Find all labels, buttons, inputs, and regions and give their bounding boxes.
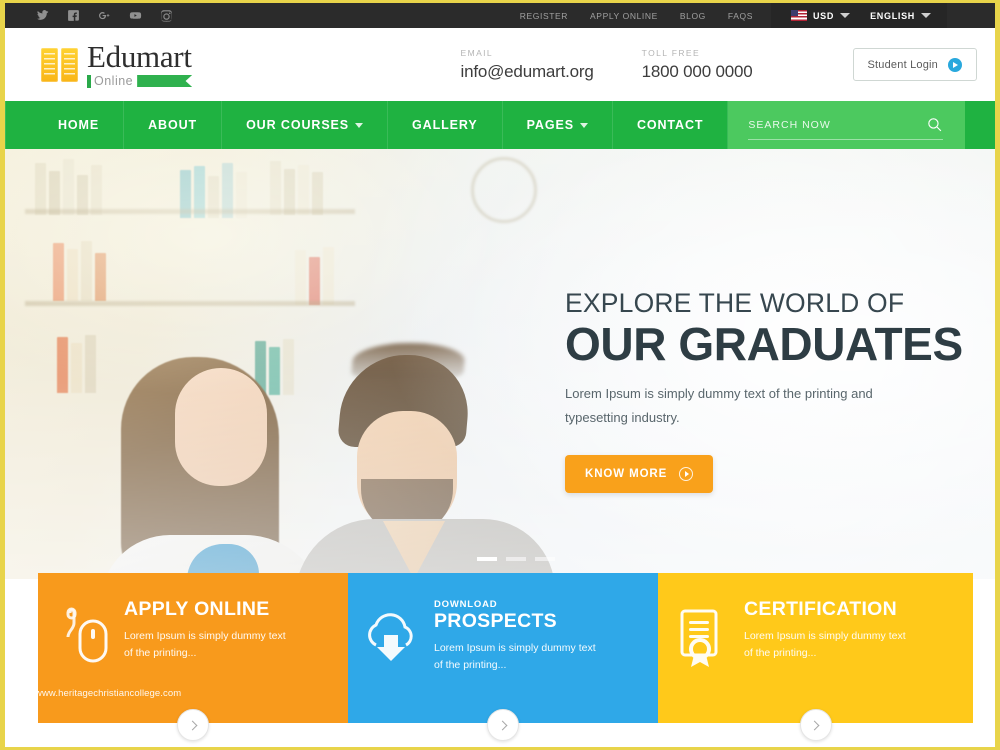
feature-cards: APPLY ONLINE Lorem Ipsum is simply dummy…: [38, 573, 973, 741]
top-link-faqs[interactable]: FAQS: [728, 11, 753, 21]
google-plus-icon[interactable]: [97, 9, 111, 23]
student-login-button[interactable]: Student Login: [852, 48, 977, 81]
card-description: Lorem Ipsum is simply dummy text of the …: [434, 641, 596, 672]
slider-indicators: [477, 557, 555, 561]
hero-text-block: EXPLORE THE WORLD OF OUR GRADUATES Lorem…: [565, 288, 985, 493]
phone-block: TOLL FREE 1800 000 0000: [642, 48, 753, 82]
email-block: EMAIL info@edumart.org: [461, 48, 594, 82]
currency-label: USD: [812, 10, 835, 21]
chevron-down-icon: [355, 122, 364, 128]
logo-sub-banner: Online: [87, 73, 193, 89]
nav-label: CONTACT: [636, 118, 704, 132]
hero-title: OUR GRADUATES: [565, 318, 963, 371]
email-label: EMAIL: [460, 47, 494, 58]
card-text: APPLY ONLINE Lorem Ipsum is simply dummy…: [124, 598, 308, 662]
hero-description: Lorem Ipsum is simply dummy text of the …: [565, 386, 873, 426]
logo[interactable]: Edumart Online: [41, 38, 193, 89]
student-login-label: Student Login: [867, 58, 938, 71]
nav-item-contact[interactable]: CONTACT: [613, 101, 729, 149]
youtube-icon[interactable]: [128, 9, 142, 23]
top-link-register[interactable]: REGISTER: [520, 11, 568, 21]
nav-label: OUR COURSES: [246, 118, 350, 132]
top-bar: REGISTER APPLY ONLINE BLOG FAQS USD ENGL…: [5, 3, 995, 28]
card-next-button[interactable]: [177, 709, 209, 741]
hero-slider: EXPLORE THE WORLD OF OUR GRADUATES Lorem…: [5, 149, 995, 579]
nav-label: GALLERY: [412, 118, 478, 132]
page-frame: REGISTER APPLY ONLINE BLOG FAQS USD ENGL…: [5, 3, 995, 747]
card-kicker: DOWNLOAD: [434, 599, 498, 610]
play-circle-icon: [948, 57, 962, 72]
nav-item-home[interactable]: HOME: [5, 101, 125, 149]
nav-item-about[interactable]: ABOUT: [124, 101, 223, 149]
logo-text: Edumart Online: [87, 38, 193, 89]
language-selector[interactable]: ENGLISH: [860, 11, 941, 21]
social-links: [5, 9, 173, 23]
mouse-icon: [38, 599, 124, 665]
hero-subtitle: EXPLORE THE WORLD OF: [565, 288, 905, 318]
card-description: Lorem Ipsum is simply dummy text of the …: [744, 629, 906, 660]
slider-dot-3[interactable]: [535, 557, 555, 561]
slider-dot-1[interactable]: [477, 557, 497, 561]
chevron-down-icon: [840, 13, 851, 18]
header-contacts: EMAIL info@edumart.org TOLL FREE 1800 00…: [461, 48, 977, 82]
card-certification[interactable]: CERTIFICATION Lorem Ipsum is simply dumm…: [658, 573, 973, 741]
nav-label: ABOUT: [148, 118, 198, 132]
arrow-right-circle-icon: [679, 466, 694, 481]
logo-sub-label: Online: [94, 73, 134, 88]
card-title: APPLY ONLINE: [124, 598, 270, 620]
card-text: DOWNLOAD PROSPECTS Lorem Ipsum is simply…: [434, 599, 618, 674]
nav-end-spacer: [965, 101, 995, 149]
card-title: PROSPECTS: [434, 610, 557, 632]
nav-item-our-courses[interactable]: OUR COURSES: [222, 101, 389, 149]
nav-item-pages[interactable]: PAGES: [503, 101, 613, 149]
top-link-blog[interactable]: BLOG: [680, 11, 706, 21]
logo-name: Edumart: [87, 38, 192, 74]
card-text: CERTIFICATION Lorem Ipsum is simply dumm…: [744, 598, 928, 662]
know-more-button[interactable]: KNOW MORE: [565, 454, 714, 493]
top-link-apply-online[interactable]: APPLY ONLINE: [590, 11, 658, 21]
nav-label: PAGES: [526, 118, 574, 132]
card-download-prospects[interactable]: DOWNLOAD PROSPECTS Lorem Ipsum is simply…: [348, 573, 658, 741]
email-value[interactable]: info@edumart.org: [461, 62, 594, 82]
twitter-icon[interactable]: [35, 9, 49, 23]
know-more-label: KNOW MORE: [585, 467, 668, 480]
card-apply-online[interactable]: APPLY ONLINE Lorem Ipsum is simply dummy…: [38, 573, 348, 741]
currency-selector[interactable]: USD: [781, 10, 860, 21]
certificate-icon: [658, 599, 744, 669]
us-flag-icon: [790, 10, 807, 21]
chevron-down-icon: [579, 122, 588, 128]
phone-label: TOLL FREE: [641, 47, 701, 58]
card-title: CERTIFICATION: [744, 598, 898, 620]
top-links: REGISTER APPLY ONLINE BLOG FAQS: [520, 11, 753, 21]
site-header: Edumart Online EMAIL info@edumart.org TO…: [5, 28, 995, 101]
search-input[interactable]: [748, 118, 926, 131]
cloud-download-icon: [348, 599, 434, 665]
nav-label: HOME: [58, 118, 100, 132]
ribbon-shape: [137, 75, 193, 87]
card-next-button[interactable]: [487, 709, 519, 741]
facebook-icon[interactable]: [66, 9, 80, 23]
language-label: ENGLISH: [870, 10, 915, 21]
slider-dot-2[interactable]: [506, 557, 526, 561]
top-bar-spacer: [947, 3, 995, 28]
locale-selectors: USD ENGLISH: [770, 3, 947, 28]
phone-value[interactable]: 1800 000 0000: [642, 62, 753, 82]
card-next-button[interactable]: [799, 709, 832, 741]
books-logo-icon: [41, 47, 78, 82]
nav-item-gallery[interactable]: GALLERY: [388, 101, 503, 149]
chevron-down-icon: [921, 13, 931, 18]
nav-search: [728, 101, 965, 149]
card-description: Lorem Ipsum is simply dummy text of the …: [124, 629, 286, 660]
instagram-icon[interactable]: [159, 9, 173, 23]
search-icon[interactable]: [926, 116, 943, 133]
main-nav: HOME ABOUT OUR COURSES GALLERY PAGES CON…: [5, 101, 995, 149]
